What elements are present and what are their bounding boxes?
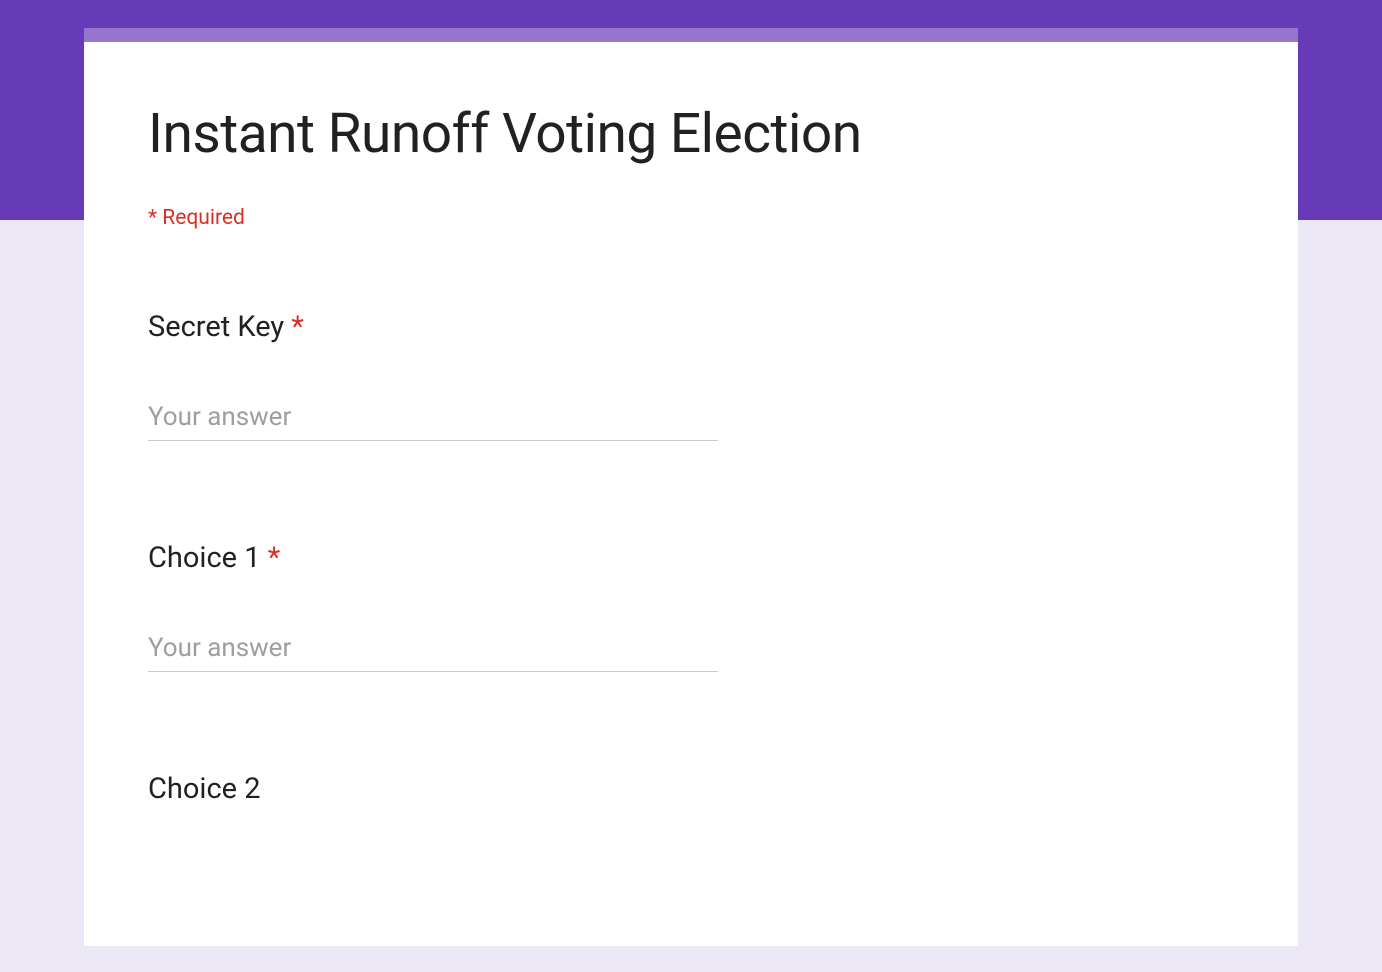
choice-1-input[interactable] bbox=[148, 625, 718, 672]
question-label: Secret Key * bbox=[148, 310, 1234, 344]
required-asterisk: * bbox=[261, 541, 281, 575]
required-asterisk: * bbox=[284, 310, 304, 344]
form-card: Instant Runoff Voting Election * Require… bbox=[84, 28, 1298, 946]
question-label-text: Choice 2 bbox=[148, 772, 261, 806]
secret-key-input[interactable] bbox=[148, 394, 718, 441]
form-title: Instant Runoff Voting Election bbox=[148, 102, 1234, 166]
question-label-text: Secret Key bbox=[148, 310, 284, 344]
question-secret-key: Secret Key * bbox=[148, 310, 1234, 441]
required-legend: * Required bbox=[148, 206, 1234, 230]
question-choice-1: Choice 1 * bbox=[148, 541, 1234, 672]
question-label-text: Choice 1 bbox=[148, 541, 261, 575]
question-label: Choice 1 * bbox=[148, 541, 1234, 575]
question-choice-2: Choice 2 bbox=[148, 772, 1234, 806]
question-label: Choice 2 bbox=[148, 772, 1234, 806]
